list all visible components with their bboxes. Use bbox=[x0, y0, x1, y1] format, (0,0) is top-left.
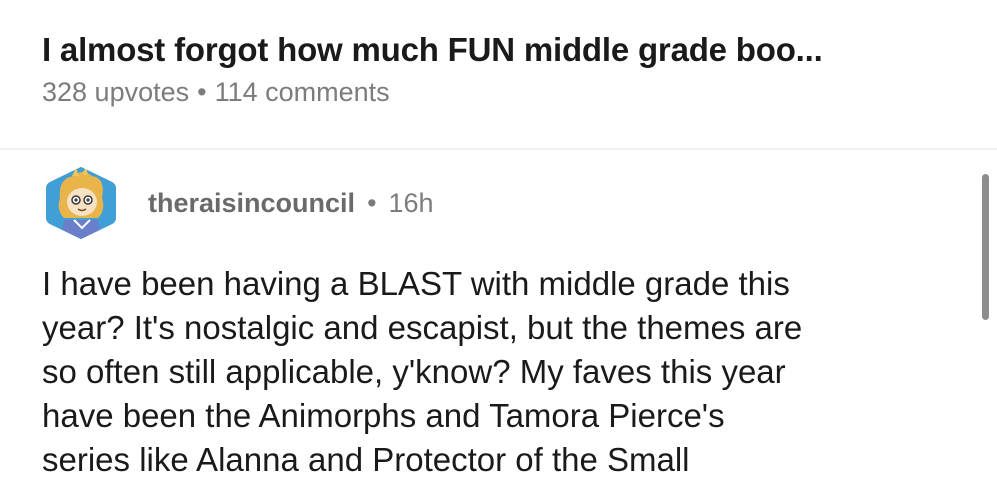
post-title[interactable]: I almost forgot how much FUN middle grad… bbox=[42, 28, 972, 72]
comment-timestamp: 16h bbox=[388, 187, 434, 218]
comment-body: I have been having a BLAST with middle g… bbox=[42, 265, 803, 478]
upvote-count: 328 upvotes bbox=[42, 77, 190, 107]
post-header: I almost forgot how much FUN middle grad… bbox=[42, 28, 972, 110]
meta-separator: • bbox=[197, 77, 207, 107]
comment-count[interactable]: 114 comments bbox=[215, 77, 390, 107]
post-meta: 328 upvotes • 114 comments bbox=[42, 74, 972, 110]
reddit-post-view: I almost forgot how much FUN middle grad… bbox=[0, 0, 997, 500]
comment-meta-separator: • bbox=[367, 187, 377, 218]
comment-author[interactable]: theraisincouncil bbox=[148, 188, 355, 219]
scrollbar-thumb[interactable] bbox=[982, 174, 989, 320]
section-divider bbox=[0, 148, 997, 150]
user-avatar-icon[interactable] bbox=[42, 164, 120, 242]
comment-header: theraisincouncil • 16h bbox=[42, 164, 434, 242]
